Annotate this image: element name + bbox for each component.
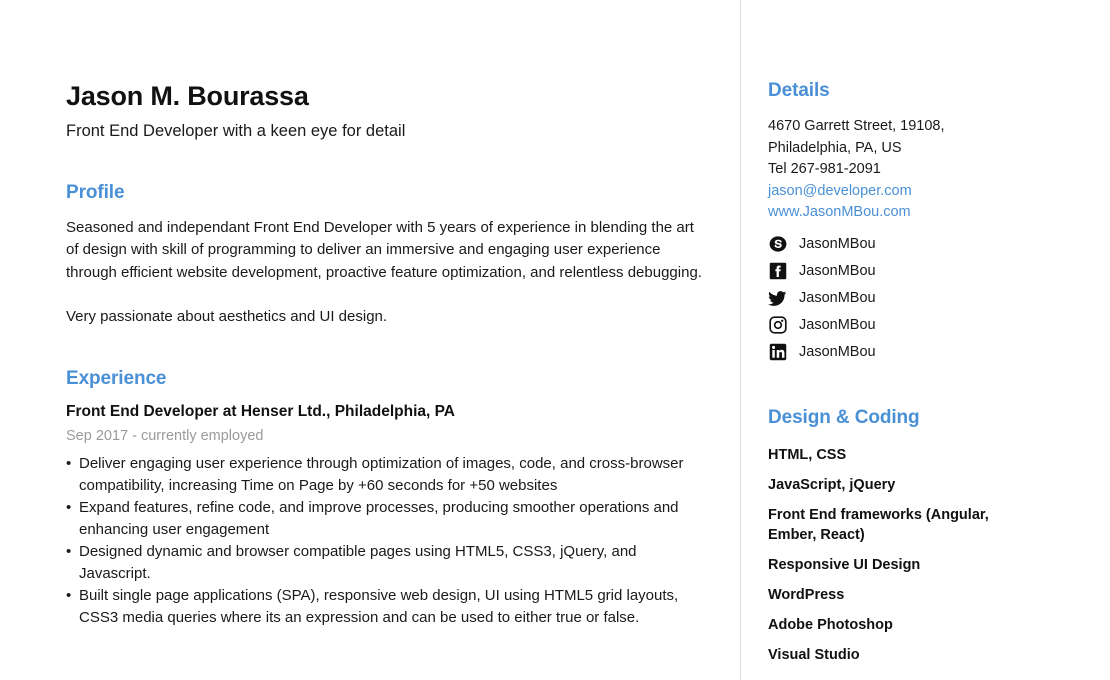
bullet-marker-icon: •: [66, 498, 72, 516]
list-item: Front End frameworks (Angular, Ember, Re…: [768, 506, 989, 543]
sidebar-column: Details 4670 Garrett Street, 19108, Phil…: [740, 0, 1110, 680]
website-link[interactable]: www.JasonMBou.com: [768, 202, 1090, 224]
bullet-marker-icon: •: [66, 586, 72, 604]
linkedin-icon: [768, 343, 787, 362]
social-row-skype[interactable]: JasonMBou: [768, 231, 1090, 258]
header-tagline: Front End Developer with a keen eye for …: [66, 122, 406, 141]
experience-entry: Front End Developer at Henser Ltd., Phil…: [66, 403, 710, 629]
list-item: Visual Studio: [768, 646, 860, 663]
profile-paragraph: Seasoned and independant Front End Devel…: [66, 218, 702, 281]
social-handle: JasonMBou: [799, 316, 876, 333]
bullet-marker-icon: •: [66, 454, 72, 472]
social-handle: JasonMBou: [799, 235, 876, 252]
list-item: • Expand features, refine code, and impr…: [66, 497, 706, 541]
list-item-text: Expand features, refine code, and improv…: [79, 498, 679, 538]
list-item: HTML, CSS: [768, 446, 847, 463]
section-heading-profile: Profile: [66, 181, 125, 203]
list-item-text: Designed dynamic and browser compatible …: [79, 542, 637, 582]
contact-details-block: 4670 Garrett Street, 19108, Philadelphia…: [768, 116, 1090, 224]
section-heading-details: Details: [768, 80, 830, 101]
job-title: Front End Developer at Henser Ltd., Phil…: [66, 402, 455, 420]
page-title: Jason M. Bourassa: [66, 81, 309, 111]
list-item: Responsive UI Design: [768, 556, 921, 573]
list-item: • Designed dynamic and browser compatibl…: [66, 541, 706, 585]
social-handle: JasonMBou: [799, 343, 876, 360]
facebook-icon: [768, 262, 787, 281]
job-dates: Sep 2017 - currently employed: [66, 427, 264, 444]
instagram-icon: [768, 316, 787, 335]
bullet-marker-icon: •: [66, 542, 72, 560]
job-responsibilities-list: • Deliver engaging user experience throu…: [66, 453, 706, 629]
list-item: WordPress: [768, 586, 845, 603]
social-handle: JasonMBou: [799, 262, 876, 279]
section-heading-skills: Design & Coding: [768, 406, 920, 428]
email-link[interactable]: jason@developer.com: [768, 181, 1090, 203]
twitter-icon: [768, 289, 787, 308]
address-line-2: Philadelphia, PA, US: [768, 139, 902, 156]
section-heading-experience: Experience: [66, 367, 167, 389]
profile-paragraph: Very passionate about aesthetics and UI …: [66, 308, 388, 326]
phone-number: Tel 267-981-2091: [768, 161, 881, 177]
list-item: JavaScript, jQuery: [768, 476, 896, 493]
skills-list: HTML, CSS JavaScript, jQuery Front End f…: [768, 445, 1090, 665]
social-row-facebook[interactable]: JasonMBou: [768, 258, 1090, 285]
skype-icon: [768, 235, 787, 254]
list-item: • Deliver engaging user experience throu…: [66, 453, 706, 497]
social-row-instagram[interactable]: JasonMBou: [768, 312, 1090, 339]
social-handle: JasonMBou: [799, 289, 876, 306]
social-row-twitter[interactable]: JasonMBou: [768, 285, 1090, 312]
list-item-text: Built single page applications (SPA), re…: [79, 586, 679, 626]
main-column: Jason M. Bourassa Front End Developer wi…: [0, 0, 740, 680]
resume-page: Jason M. Bourassa Front End Developer wi…: [0, 0, 1110, 680]
list-item-text: Deliver engaging user experience through…: [79, 454, 684, 494]
social-links-list: JasonMBou JasonMBou JasonMBou JasonMBou …: [768, 231, 1090, 366]
address-line-1: 4670 Garrett Street, 19108,: [768, 118, 945, 134]
list-item: • Built single page applications (SPA), …: [66, 585, 706, 629]
social-row-linkedin[interactable]: JasonMBou: [768, 339, 1090, 366]
list-item: Adobe Photoshop: [768, 616, 893, 633]
column-divider: [740, 0, 741, 680]
